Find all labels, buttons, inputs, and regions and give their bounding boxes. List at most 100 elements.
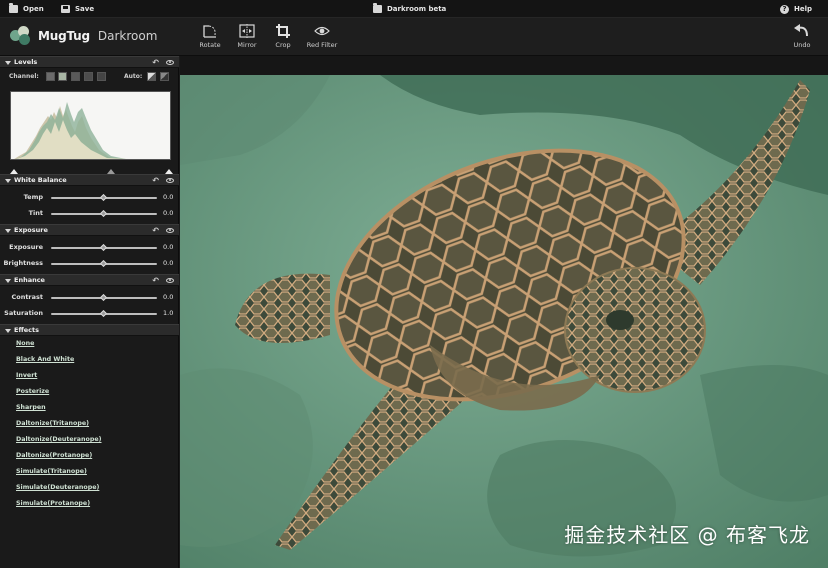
exposure-slider-knob[interactable] — [99, 243, 108, 252]
channel-red-swatch[interactable] — [58, 72, 67, 81]
channel-row: Channel: Auto: — [0, 70, 179, 84]
crop-icon — [276, 24, 290, 38]
visibility-eye-icon[interactable] — [166, 60, 174, 65]
effect-invert-link[interactable]: Invert — [16, 372, 37, 379]
effects-section-header[interactable]: Effects — [0, 324, 179, 336]
auto-levels-button[interactable] — [147, 72, 156, 81]
brightness-label: Brightness — [3, 259, 43, 267]
header-toolbar: MugTug Darkroom Rotate Mirror Crop Red F… — [0, 18, 828, 56]
document-title-label: Darkroom beta — [387, 5, 447, 13]
mirror-label: Mirror — [237, 41, 257, 49]
temp-slider-knob[interactable] — [99, 193, 108, 202]
app-logo: MugTug Darkroom — [10, 26, 157, 46]
exposure-title: Exposure — [14, 226, 48, 234]
undo-button[interactable]: Undo — [782, 22, 822, 49]
help-menu-item[interactable]: ? Help — [780, 3, 812, 15]
tint-slider-knob[interactable] — [99, 209, 108, 218]
channel-rgb-swatch[interactable] — [46, 72, 55, 81]
temp-slider-row: Temp 0.0 — [0, 190, 179, 204]
effect-sharpen-link[interactable]: Sharpen — [16, 404, 46, 411]
effect-none-link[interactable]: None — [16, 340, 34, 347]
folder-icon — [9, 3, 18, 13]
exposure-value: 0.0 — [163, 243, 174, 251]
channel-green-swatch[interactable] — [71, 72, 80, 81]
tint-label: Tint — [28, 209, 43, 217]
menu-bar: Open Save Darkroom beta ? Help — [0, 0, 828, 18]
rotate-icon — [203, 25, 216, 38]
effect-posterize-link[interactable]: Posterize — [16, 388, 49, 395]
effect-daltonize-protanope-link[interactable]: Daltonize(Protanope) — [16, 452, 92, 459]
open-label: Open — [23, 5, 44, 13]
channel-label: Channel: — [9, 73, 39, 80]
exposure-section-header[interactable]: Exposure ↶ — [0, 224, 179, 236]
brightness-slider-knob[interactable] — [99, 259, 108, 268]
folder-icon — [373, 3, 382, 13]
white-balance-section-header[interactable]: White Balance ↶ — [0, 174, 179, 186]
undo-icon — [794, 24, 808, 37]
effect-daltonize-deuteranope-link[interactable]: Daltonize(Deuteranope) — [16, 436, 102, 443]
levels-title: Levels — [14, 58, 38, 66]
crop-label: Crop — [275, 41, 291, 49]
collapse-triangle-icon — [5, 229, 11, 233]
mirror-icon — [239, 24, 255, 38]
effect-simulate-protanope-link[interactable]: Simulate(Protanope) — [16, 500, 90, 507]
photo-canvas[interactable]: 掘金技术社区 @ 布客飞龙 — [180, 75, 828, 568]
effect-black-and-white-link[interactable]: Black And White — [16, 356, 74, 363]
rotate-tool-button[interactable]: Rotate — [190, 22, 230, 49]
tint-slider-row: Tint 0.0 — [0, 206, 179, 220]
saturation-label: Saturation — [4, 309, 43, 317]
reset-icon[interactable]: ↶ — [152, 176, 159, 185]
red-filter-tool-button[interactable]: Red Filter — [302, 22, 342, 49]
effect-daltonize-tritanope-link[interactable]: Daltonize(Tritanope) — [16, 420, 89, 427]
contrast-slider-knob[interactable] — [99, 293, 108, 302]
crop-tool-button[interactable]: Crop — [263, 22, 303, 49]
eye-icon — [314, 26, 330, 36]
canvas-top-strip — [180, 56, 828, 75]
effects-title: Effects — [14, 326, 39, 334]
save-menu-item[interactable]: Save — [61, 3, 94, 15]
saturation-slider-knob[interactable] — [99, 309, 108, 318]
visibility-eye-icon[interactable] — [166, 228, 174, 233]
brightness-value: 0.0 — [163, 259, 174, 267]
help-icon: ? — [780, 4, 789, 14]
auto-contrast-button[interactable] — [160, 72, 169, 81]
contrast-value: 0.0 — [163, 293, 174, 301]
effect-simulate-tritanope-link[interactable]: Simulate(Tritanope) — [16, 468, 87, 475]
temp-value: 0.0 — [163, 193, 174, 201]
save-icon — [61, 5, 70, 13]
watermark-text: 掘金技术社区 @ 布客飞龙 — [564, 523, 810, 547]
saturation-slider-row: Saturation 1.0 — [0, 306, 179, 320]
sea-turtle-photo — [180, 75, 828, 568]
exposure-slider-row: Exposure 0.0 — [0, 240, 179, 254]
open-menu-item[interactable]: Open — [9, 3, 44, 15]
channel-alpha-swatch[interactable] — [97, 72, 106, 81]
enhance-section-header[interactable]: Enhance ↶ — [0, 274, 179, 286]
rotate-label: Rotate — [199, 41, 221, 49]
red-filter-label: Red Filter — [306, 41, 338, 49]
temp-label: Temp — [23, 193, 43, 201]
levels-handles — [10, 159, 173, 174]
collapse-triangle-icon — [5, 179, 11, 183]
reset-icon[interactable]: ↶ — [152, 276, 159, 285]
channel-blue-swatch[interactable] — [84, 72, 93, 81]
brightness-slider-row: Brightness 0.0 — [0, 256, 179, 270]
exposure-label: Exposure — [9, 243, 43, 251]
reset-icon[interactable]: ↶ — [152, 58, 159, 67]
app-name: MugTug — [38, 29, 90, 43]
adjustments-sidebar: Levels ↶ Channel: Auto: White Balance ↶ — [0, 56, 179, 568]
visibility-eye-icon[interactable] — [166, 178, 174, 183]
reset-icon[interactable]: ↶ — [152, 226, 159, 235]
contrast-label: Contrast — [11, 293, 43, 301]
effect-simulate-deuteranope-link[interactable]: Simulate(Deuteranope) — [16, 484, 99, 491]
levels-section-header[interactable]: Levels ↶ — [0, 56, 179, 68]
document-title: Darkroom beta — [373, 3, 446, 15]
collapse-triangle-icon — [5, 329, 11, 333]
enhance-title: Enhance — [14, 276, 45, 284]
white-balance-title: White Balance — [14, 176, 67, 184]
contrast-slider-row: Contrast 0.0 — [0, 290, 179, 304]
help-label: Help — [794, 5, 813, 13]
mugtug-logo-icon — [10, 26, 32, 46]
mirror-tool-button[interactable]: Mirror — [227, 22, 267, 49]
module-name: Darkroom — [97, 29, 158, 43]
visibility-eye-icon[interactable] — [166, 278, 174, 283]
